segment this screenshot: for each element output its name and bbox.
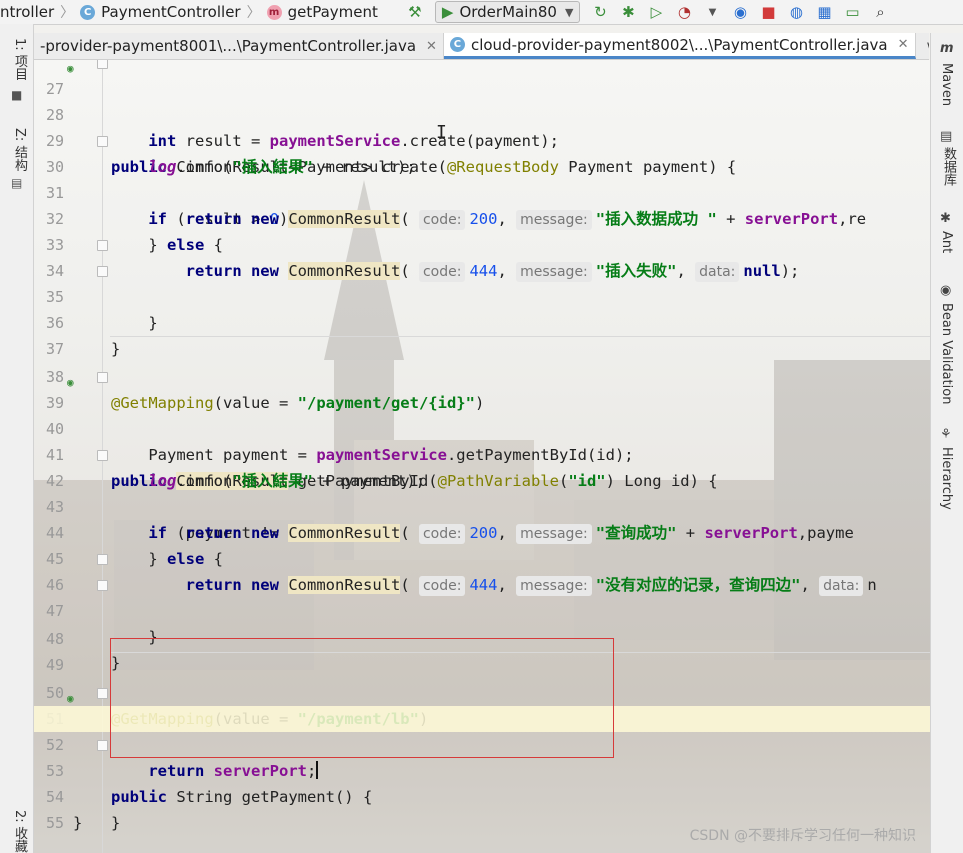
code-line[interactable]: 48 — [34, 600, 930, 648]
code-line[interactable]: 27 ◉ public CommonResult<Payment> create… — [34, 60, 930, 176]
update-icon[interactable]: ◍ — [785, 1, 807, 23]
code-line[interactable]: 39 ◉ public CommonResult getPaymentById(… — [34, 364, 930, 490]
chevron-down-icon[interactable]: ∨ — [916, 33, 929, 59]
breadcrumb-item-class[interactable]: C PaymentController 〉 — [80, 0, 266, 24]
tab-payment8002[interactable]: C cloud-provider-payment8002\...\Payment… — [443, 33, 916, 59]
code-editor[interactable]: 27 ◉ public CommonResult<Payment> create… — [34, 60, 930, 853]
code-line[interactable]: 28 int result = paymentService.create(pa… — [34, 76, 930, 150]
bean-validation-tool-button[interactable]: Bean Validation — [939, 303, 954, 404]
bug-icon[interactable]: ✱ — [617, 1, 639, 23]
run-config-icon: ▶ — [441, 3, 454, 21]
method-icon: m — [266, 4, 282, 20]
line-number: 55 — [45, 814, 64, 832]
code-line[interactable]: 41 log.info("插入結果" + payment); — [34, 416, 930, 490]
hierarchy-tool-button[interactable]: Hierarchy — [939, 447, 954, 510]
method-separator — [110, 336, 930, 337]
maven-tool-button[interactable]: Maven — [939, 63, 954, 106]
favorites-tool-button[interactable]: 2: 收藏 — [10, 810, 29, 853]
tab-payment8001[interactable]: -provider-payment8001\...\PaymentControl… — [34, 33, 444, 59]
database-icon: ▤ — [940, 129, 953, 144]
folder-icon: ■ — [11, 88, 23, 102]
breadcrumb-item-method[interactable]: m getPayment — [266, 0, 378, 24]
hierarchy-icon: ⚘ — [940, 427, 952, 442]
jrebel-icon[interactable]: ◉ — [729, 1, 751, 23]
structure-tool-button[interactable]: Z: 结构 — [10, 128, 29, 171]
watermark: CSDN @不要排斥学习任何一种知识 — [689, 828, 916, 844]
code-line[interactable]: 37 — [34, 310, 930, 358]
code-line[interactable]: 40 Payment payment = paymentService.getP… — [34, 390, 930, 464]
code-line[interactable]: 43 return new CommonResult( code: 200, me… — [34, 468, 930, 544]
project-tool-button[interactable]: 1: 项目 — [10, 38, 29, 81]
code-line[interactable]: 42 if (payment != null) { — [34, 442, 930, 542]
editor-tabs: -provider-payment8001\...\PaymentControl… — [34, 33, 929, 60]
close-icon[interactable]: ✕ — [898, 37, 909, 52]
highlight-annotation-box — [110, 638, 614, 758]
mouse-ibeam-cursor: I — [436, 122, 447, 143]
fold-icon[interactable] — [97, 688, 108, 699]
ant-icon: ✱ — [940, 211, 951, 226]
project-structure-icon[interactable]: ▦ — [813, 1, 835, 23]
fold-icon[interactable] — [97, 450, 108, 461]
search-icon[interactable]: ⌕ — [869, 1, 891, 23]
code-line[interactable]: 55 — [34, 784, 930, 832]
run-configuration-label: OrderMain80 — [459, 3, 557, 21]
profile-icon[interactable]: ◔ — [673, 1, 695, 23]
code-line[interactable]: 33 return new CommonResult( code: 444, me… — [34, 206, 930, 282]
maven-icon: m — [940, 41, 954, 56]
tab-label: cloud-provider-payment8002\...\PaymentCo… — [470, 35, 888, 54]
tab-label: -provider-payment8001\...\PaymentControl… — [40, 37, 417, 55]
code-text: } — [73, 814, 83, 832]
code-line[interactable]: 38 @GetMapping(value = "/payment/get/{id… — [34, 338, 930, 412]
code-line[interactable]: 44 } else { — [34, 494, 930, 568]
code-line[interactable]: 35 } — [34, 258, 930, 358]
code-line[interactable]: 30 if (result > 0) { — [34, 128, 930, 228]
stop-icon[interactable]: ■ — [757, 1, 779, 23]
right-tool-strip: m Maven ▤ 数据库 ✱ Ant ◉ Bean Validation ⚘ … — [930, 33, 963, 853]
chevron-right-icon: 〉 — [60, 5, 75, 21]
run-configuration-select[interactable]: ▶ OrderMain80 ▼ — [434, 1, 581, 23]
code-line[interactable]: 46 } — [34, 546, 930, 646]
breadcrumb-label: ntroller — [0, 3, 55, 21]
code-line[interactable]: 31 return new CommonResult( code: 200, me… — [34, 154, 930, 230]
close-icon[interactable]: ✕ — [426, 39, 437, 54]
fold-icon[interactable] — [97, 740, 108, 751]
breadcrumb-label: PaymentController — [101, 3, 241, 21]
code-line[interactable]: 45 return new CommonResult( code: 444, me… — [34, 520, 930, 596]
coverage-icon[interactable]: ▷ — [645, 1, 667, 23]
code-line[interactable]: 34 } — [34, 232, 930, 332]
code-line[interactable]: 36 — [34, 284, 930, 332]
code-line[interactable]: 32 } else { — [34, 180, 930, 254]
rerun-icon[interactable]: ↻ — [589, 1, 611, 23]
ant-tool-button[interactable]: Ant — [939, 231, 954, 253]
dropdown-icon[interactable]: ▼ — [701, 1, 723, 23]
hammer-icon[interactable]: ⚒ — [404, 1, 426, 23]
structure-icon: ▤ — [11, 176, 23, 190]
left-tool-strip: 1: 项目 ■ Z: 结构 ▤ 2: 收藏 — [0, 24, 34, 853]
navigation-bar: ntroller 〉 C PaymentController 〉 m getPa… — [0, 0, 963, 25]
fold-icon[interactable] — [97, 554, 108, 565]
code-line[interactable]: 54 } — [34, 758, 930, 832]
fold-icon[interactable] — [97, 240, 108, 251]
database-tool-button[interactable]: 数据库 — [939, 147, 958, 186]
bean-validation-icon: ◉ — [940, 283, 952, 298]
breadcrumb-label: getPayment — [287, 3, 378, 21]
class-icon: C — [449, 37, 465, 52]
class-icon: C — [80, 4, 96, 20]
fold-icon[interactable] — [97, 580, 108, 591]
fold-icon[interactable] — [97, 266, 108, 277]
fold-icon[interactable] — [97, 60, 108, 69]
chevron-right-icon: 〉 — [246, 5, 261, 21]
code-line[interactable]: 29 log.info("插入結果" + result); — [34, 102, 930, 176]
code-text: } — [111, 814, 121, 832]
window-icon[interactable]: ▭ — [841, 1, 863, 23]
code-line[interactable]: 47 } — [34, 572, 930, 672]
fold-icon[interactable] — [97, 372, 108, 383]
fold-icon[interactable] — [97, 136, 108, 147]
chevron-down-icon: ▼ — [564, 5, 574, 19]
breadcrumb-item-package[interactable]: ntroller 〉 — [0, 0, 80, 24]
